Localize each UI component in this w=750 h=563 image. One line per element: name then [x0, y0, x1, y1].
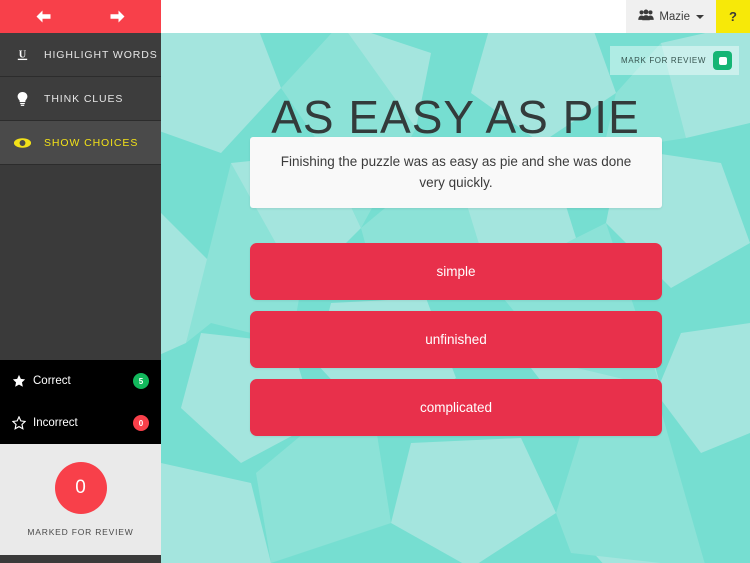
forward-arrow-icon[interactable]	[107, 6, 129, 28]
lightbulb-icon	[0, 91, 44, 107]
star-outline-icon	[12, 416, 26, 430]
sidebar-item-label: SHOW CHOICES	[44, 136, 139, 149]
topbar: Mazie ?	[161, 0, 750, 33]
sentence-card: Finishing the puzzle was as easy as pie …	[250, 137, 662, 208]
sidebar: U HIGHLIGHT WORDS THINK CLUES SHOW CHOIC…	[0, 0, 161, 563]
correct-count-badge: 5	[133, 373, 149, 389]
underline-u-icon: U	[0, 47, 44, 62]
incorrect-count-badge: 0	[133, 415, 149, 431]
sidebar-item-label: HIGHLIGHT WORDS	[44, 48, 158, 61]
svg-text:U: U	[18, 49, 26, 60]
marked-for-review-count: 0	[54, 462, 107, 514]
user-menu-button[interactable]: Mazie	[626, 0, 716, 33]
mark-for-review-button[interactable]: MARK FOR REVIEW	[609, 46, 739, 75]
sidebar-item-highlight-words[interactable]: U HIGHLIGHT WORDS	[0, 33, 161, 77]
rounded-square-toggle-icon	[713, 51, 732, 70]
score-panel: Correct 5 Incorrect 0	[0, 360, 161, 444]
eye-icon	[0, 137, 44, 149]
mark-for-review-label: MARK FOR REVIEW	[620, 56, 706, 65]
sidebar-item-show-choices[interactable]: SHOW CHOICES	[0, 121, 161, 165]
score-row-correct: Correct 5	[0, 360, 161, 402]
main-content-area: MARK FOR REVIEW AS EASY AS PIE Finishing…	[161, 33, 750, 563]
score-label: Incorrect	[33, 417, 78, 429]
user-name-label: Mazie	[659, 10, 690, 23]
marked-for-review-panel: 0 MARKED FOR REVIEW	[0, 444, 161, 555]
choice-button[interactable]: complicated	[250, 379, 662, 436]
choice-button[interactable]: unfinished	[250, 311, 662, 368]
page-title: AS EASY AS PIE	[271, 91, 640, 143]
help-button[interactable]: ?	[716, 0, 750, 33]
sidebar-empty-area	[0, 165, 161, 360]
marked-for-review-caption: MARKED FOR REVIEW	[27, 527, 134, 537]
sidebar-nav-bar	[0, 0, 161, 33]
choice-button[interactable]: simple	[250, 243, 662, 300]
score-row-incorrect: Incorrect 0	[0, 402, 161, 444]
app-root: U HIGHLIGHT WORDS THINK CLUES SHOW CHOIC…	[0, 0, 750, 563]
chevron-down-icon	[696, 14, 704, 19]
question-panel: MARK FOR REVIEW AS EASY AS PIE Finishing…	[161, 33, 750, 563]
back-arrow-icon[interactable]	[33, 6, 55, 28]
sidebar-item-think-clues[interactable]: THINK CLUES	[0, 77, 161, 121]
choices-list: simple unfinished complicated	[250, 243, 662, 447]
score-label: Correct	[33, 375, 71, 387]
group-users-icon	[638, 8, 655, 26]
sidebar-item-label: THINK CLUES	[44, 92, 124, 105]
sentence-text: Finishing the puzzle was as easy as pie …	[280, 154, 632, 190]
star-filled-icon	[12, 374, 26, 388]
